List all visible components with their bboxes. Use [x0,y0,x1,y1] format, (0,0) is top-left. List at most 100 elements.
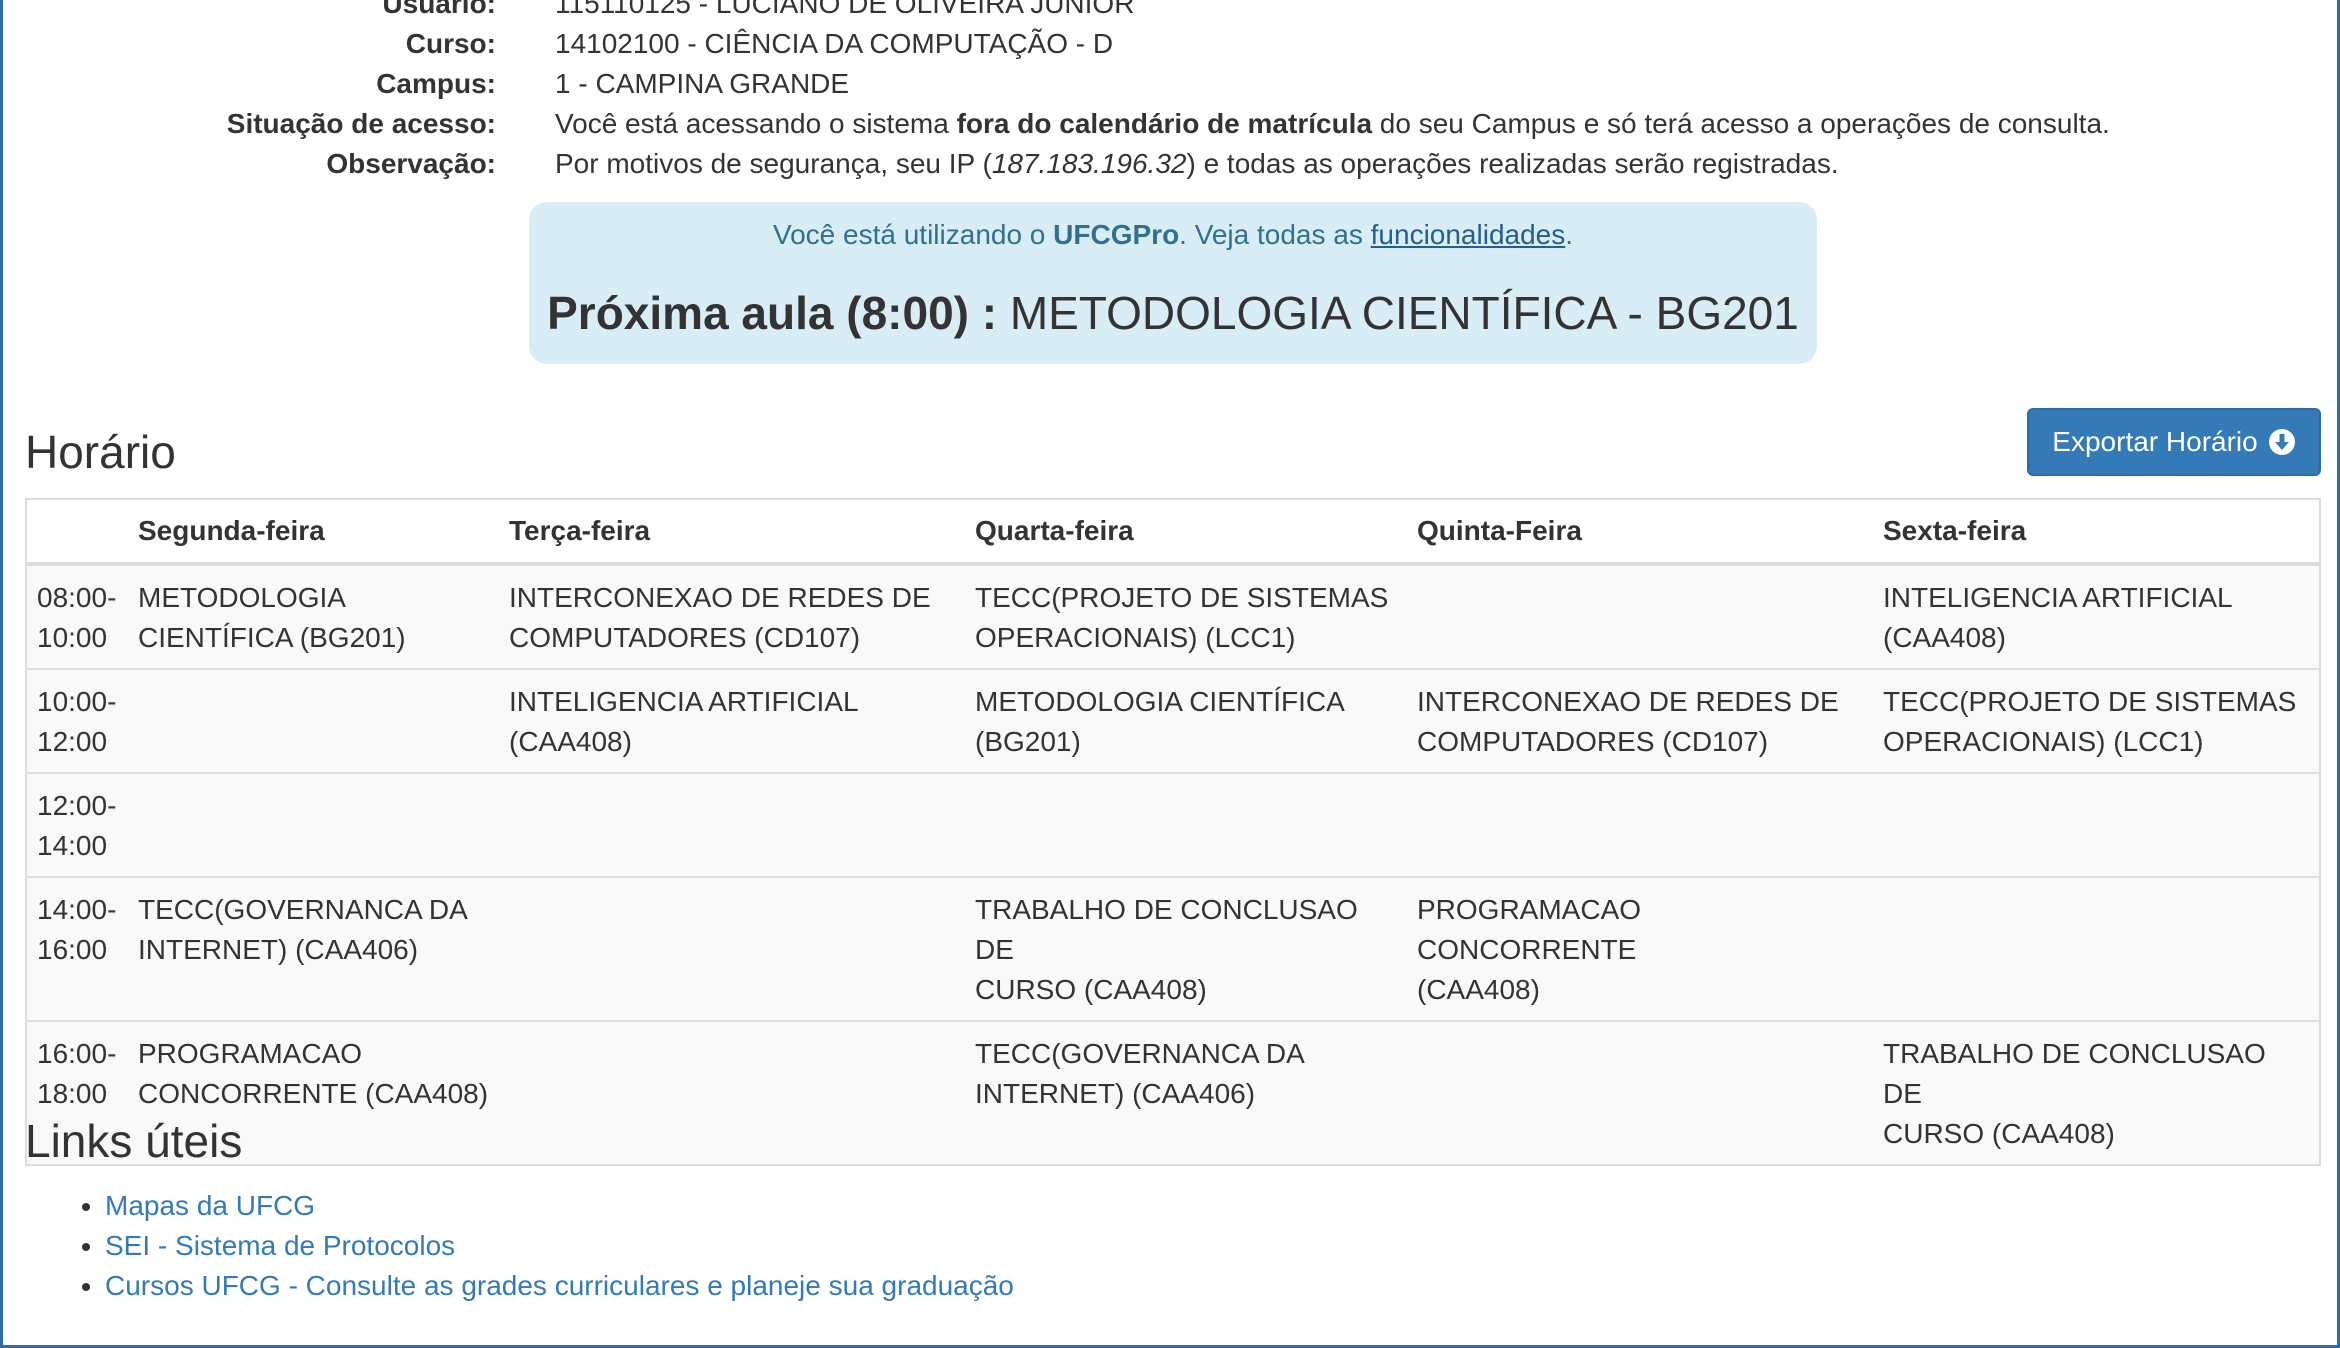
link-cursos[interactable]: Cursos UFCG - Consulte as grades curricu… [105,1270,1014,1301]
table-row: 14:00- 16:00 TECC(GOVERNANCA DA INTERNET) (… [26,876,2320,1021]
column-header [26,499,128,566]
info-value: 1 - CAMPINA GRANDE [555,68,850,99]
list-item: SEI - Sistema de Protocolos [105,1226,1014,1266]
class-cell: TECC(PROJETO DE SISTEMAS OPERACIONAIS) (L… [965,563,1407,669]
info-label: Situação de acesso: [226,108,496,139]
class-line: CURSO (CAA408) [1883,1118,2115,1149]
class-cell: TECC(GOVERNANCA DA INTERNET) (CAA406) [965,1020,1407,1165]
notice-text: . [1565,219,1574,250]
column-header: Segunda-feira [128,499,499,566]
class-line: TRABALHO DE CONCLUSAO DE [1883,1038,2266,1109]
ip-address: 187.183.196.32 [991,148,1187,179]
class-line: PROGRAMACAO CONCORRENTE [1417,894,1642,965]
class-line: INTERCONEXAO DE REDES DE [509,582,931,613]
notice-line: Você está utilizando o UFCGPro. Veja tod… [529,215,1817,255]
next-class: Próxima aula (8:00) : METODOLOGIA CIENTÍ… [529,285,1817,341]
class-cell: INTELIGENCIA ARTIFICIAL (CAA408) [1873,563,2320,669]
time-cell: 14:00- 16:00 [26,876,128,1021]
class-cell: METODOLOGIA CIENTÍFICA (BG201) [965,668,1407,773]
class-line: TECC(GOVERNANCA DA [138,894,468,925]
class-cell [499,1020,965,1165]
funcionalidades-link[interactable]: funcionalidades [1371,219,1566,250]
time-line: 12:00 [37,726,108,757]
column-header: Sexta-feira [1873,499,2320,566]
info-row-campus: Campus: 1 - CAMPINA GRANDE [3,64,2337,104]
class-line: (CAA408) [1883,622,2006,653]
info-text: Você está acessando o sistema [555,108,957,139]
class-cell [965,772,1407,877]
class-line: INTERNET) (CAA406) [138,934,419,965]
class-line: TECC(PROJETO DE SISTEMAS [975,582,1389,613]
info-row-usuario: Usuário: 115110125 - LUCIANO DE OLIVEIRA… [3,0,2337,24]
table-row: 08:00- 10:00 METODOLOGIA CIENTÍFICA (BG201)… [26,563,2320,669]
class-line: CONCORRENTE (CAA408) [138,1078,489,1109]
info-label: Observação: [326,148,496,179]
notice-text: . Veja todas as [1179,219,1371,250]
class-cell [128,668,499,773]
info-text: Por motivos de segurança, seu IP ( [555,148,992,179]
info-text: do seu Campus e só terá acesso a operaçõ… [1372,108,2110,139]
class-cell [128,772,499,877]
download-circle-icon [2268,428,2296,456]
info-value: Por motivos de segurança, seu IP (187.18… [555,148,1839,180]
schedule-body: 08:00- 10:00 METODOLOGIA CIENTÍFICA (BG201)… [26,563,2320,1165]
class-line: (BG201) [975,726,1081,757]
time-cell: 12:00- 14:00 [26,772,128,877]
class-line: PROGRAMACAO [138,1038,363,1069]
class-line: (CAA408) [1417,974,1540,1005]
class-line: (CAA408) [509,726,632,757]
class-cell: TECC(GOVERNANCA DA INTERNET) (CAA406) [128,876,499,1021]
table-header-row: Segunda-feira Terça-feira Quarta-feira Q… [26,499,2320,566]
class-cell [1407,1020,1873,1165]
link-mapas[interactable]: Mapas da UFCG [105,1190,315,1221]
time-cell: 08:00- 10:00 [26,563,128,669]
class-line: INTERNET) (CAA406) [975,1078,1256,1109]
list-item: Mapas da UFCG [105,1186,1014,1226]
info-row-observacao: Observação: Por motivos de segurança, se… [3,144,2337,184]
class-cell [499,876,965,1021]
table-row: 10:00- 12:00 INTELIGENCIA ARTIFICIAL (CAA40… [26,668,2320,773]
class-line: INTERCONEXAO DE REDES DE [1417,686,1839,717]
class-cell: INTERCONEXAO DE REDES DE COMPUTADORES (CD… [499,563,965,669]
class-line: CURSO (CAA408) [975,974,1207,1005]
time-line: 14:00 [37,830,108,861]
schedule-table: Segunda-feira Terça-feira Quarta-feira Q… [25,498,2321,1166]
next-class-value: METODOLOGIA CIENTÍFICA - BG201 [997,287,1799,339]
column-header: Quarta-feira [965,499,1407,566]
class-line: TECC(GOVERNANCA DA [975,1038,1305,1069]
class-line: INTELIGENCIA ARTIFICIAL [509,686,859,717]
notice-text: Você está utilizando o [772,219,1054,250]
class-cell: INTERCONEXAO DE REDES DE COMPUTADORES (CD… [1407,668,1873,773]
table-row: 16:00- 18:00 PROGRAMACAO CONCORRENTE (CAA40… [26,1020,2320,1165]
links-title: Links úteis [25,1115,243,1167]
link-sei[interactable]: SEI - Sistema de Protocolos [105,1230,455,1261]
ufcgpro-notice: Você está utilizando o UFCGPro. Veja tod… [529,202,1817,364]
time-line: 12:00- [37,790,117,821]
info-row-curso: Curso: 14102100 - CIÊNCIA DA COMPUTAÇÃO … [3,24,2337,64]
info-value: 115110125 - LUCIANO DE OLIVEIRA JUNIOR [555,0,1135,19]
class-line: METODOLOGIA [138,582,346,613]
class-line: CIENTÍFICA (BG201) [138,622,406,653]
time-cell: 10:00- 12:00 [26,668,128,773]
class-cell [1873,772,2320,877]
time-line: 08:00- [37,582,117,613]
brand-name: UFCGPro [1053,219,1180,250]
class-cell [1407,772,1873,877]
info-label: Curso: [405,28,496,59]
class-line: TRABALHO DE CONCLUSAO DE [975,894,1358,965]
export-horario-button[interactable]: Exportar Horário [2027,408,2321,476]
time-line: 10:00- [37,686,117,717]
links-list: Mapas da UFCG SEI - Sistema de Protocolo… [3,1186,1014,1306]
info-text: ) e todas as operações realizadas serão … [1186,148,1839,179]
class-cell: TRABALHO DE CONCLUSAO DE CURSO (CAA408) [965,876,1407,1021]
column-header: Terça-feira [499,499,965,566]
class-cell [499,772,965,877]
time-line: 16:00- [37,1038,117,1069]
class-cell [1407,563,1873,669]
class-cell: TRABALHO DE CONCLUSAO DE CURSO (CAA408) [1873,1020,2320,1165]
page: Usuário: 115110125 - LUCIANO DE OLIVEIRA… [0,0,2340,1348]
info-value: 14102100 - CIÊNCIA DA COMPUTAÇÃO - D [555,28,1114,59]
info-value: Você está acessando o sistema fora do ca… [555,108,2110,140]
class-cell: PROGRAMACAO CONCORRENTE (CAA408) [1407,876,1873,1021]
time-line: 10:00 [37,622,108,653]
